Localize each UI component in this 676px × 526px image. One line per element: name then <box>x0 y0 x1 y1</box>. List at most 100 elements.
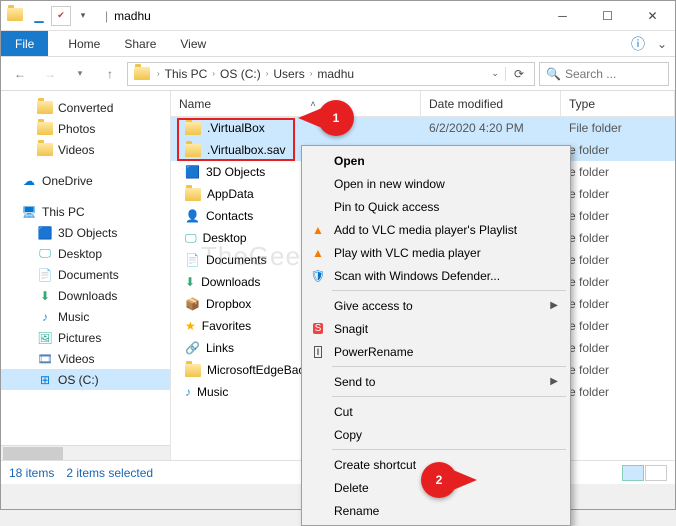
menu-item[interactable]: SSnagit <box>304 317 568 340</box>
qat-check-icon[interactable]: ✔ <box>51 6 71 26</box>
chevron-right-icon[interactable]: › <box>209 69 218 78</box>
breadcrumb-current[interactable]: madhu <box>315 67 356 81</box>
submenu-arrow-icon: ▶ <box>550 376 558 387</box>
file-type-icon: ⬇ <box>185 275 195 289</box>
menu-item[interactable]: Cut <box>304 400 568 423</box>
column-name[interactable]: Name˄ <box>171 91 421 116</box>
menu-item-label: Create shortcut <box>334 458 416 472</box>
tree-item[interactable]: 🖼Pictures <box>1 327 170 348</box>
tree-item[interactable]: 📄Documents <box>1 264 170 285</box>
tab-view[interactable]: View <box>168 33 218 55</box>
menu-item[interactable]: Give access to▶ <box>304 294 568 317</box>
chevron-right-icon[interactable]: › <box>154 69 163 78</box>
folder-icon <box>7 8 23 24</box>
tree-item[interactable]: ♪Music <box>1 306 170 327</box>
refresh-icon[interactable]: ⟳ <box>505 67 532 81</box>
breadcrumb-users[interactable]: Users <box>271 67 306 81</box>
menu-item[interactable]: IPowerRename <box>304 340 568 363</box>
file-type: e folder <box>561 297 675 311</box>
tree-item[interactable]: Converted <box>1 97 170 118</box>
menu-item-label: Scan with Windows Defender... <box>334 269 500 283</box>
file-type-icon: 📄 <box>185 253 200 267</box>
file-name: Contacts <box>206 209 253 223</box>
menu-item[interactable]: Open in new window <box>304 172 568 195</box>
tree-item[interactable]: Photos <box>1 118 170 139</box>
file-type-icon: ★ <box>185 319 196 333</box>
tab-share[interactable]: Share <box>112 33 168 55</box>
file-type-icon <box>185 122 201 135</box>
maximize-button[interactable]: ☐ <box>585 1 630 31</box>
recent-locations-icon[interactable]: ▾ <box>67 61 93 87</box>
snagit-icon: S <box>310 321 326 337</box>
tab-home[interactable]: Home <box>56 33 112 55</box>
navigation-tree[interactable]: Converted Photos Videos ☁OneDrive 🖥This … <box>1 91 171 460</box>
menu-item-label: Send to <box>334 375 375 389</box>
tree-onedrive[interactable]: ☁OneDrive <box>1 170 170 191</box>
file-type: e folder <box>561 231 675 245</box>
menu-item[interactable]: 🛡 Scan with Windows Defender... <box>304 264 568 287</box>
menu-item[interactable]: Copy <box>304 423 568 446</box>
up-button[interactable]: ↑ <box>97 61 123 87</box>
chevron-right-icon[interactable]: › <box>307 69 316 78</box>
file-type-icon <box>185 364 201 377</box>
quick-access-toolbar: ▁ ✔ ▾ <box>29 6 93 26</box>
address-bar[interactable]: › This PC › OS (C:) › Users › madhu ⌄ ⟳ <box>127 62 535 86</box>
back-button[interactable]: ← <box>7 61 33 87</box>
breadcrumb-drive[interactable]: OS (C:) <box>218 67 263 81</box>
search-placeholder: Search ... <box>565 67 616 81</box>
details-view-button[interactable] <box>622 465 644 481</box>
menu-item[interactable]: ▲ Add to VLC media player's Playlist <box>304 218 568 241</box>
shield-icon: 🛡 <box>310 268 326 284</box>
qat-properties-icon[interactable]: ▁ <box>29 6 49 26</box>
tiles-view-button[interactable] <box>645 465 667 481</box>
tree-thispc[interactable]: 🖥This PC <box>1 201 170 222</box>
file-row[interactable]: .VirtualBox6/2/2020 4:20 PMFile folder <box>171 117 675 139</box>
column-type[interactable]: Type <box>561 91 675 116</box>
file-name: .VirtualBox <box>207 121 265 135</box>
help-icon[interactable]: ⓘ <box>631 34 645 54</box>
menu-separator <box>332 290 566 291</box>
tree-item[interactable]: 🎞Videos <box>1 348 170 369</box>
forward-button[interactable]: → <box>37 61 63 87</box>
menu-item[interactable]: Rename <box>304 499 568 522</box>
qat-dropdown-icon[interactable]: ▾ <box>73 6 93 26</box>
menu-item[interactable]: ▲Play with VLC media player <box>304 241 568 264</box>
column-date[interactable]: Date modified <box>421 91 561 116</box>
search-box[interactable]: 🔍 Search ... <box>539 62 669 86</box>
tree-item[interactable]: 🟦3D Objects <box>1 222 170 243</box>
menu-separator <box>332 366 566 367</box>
tree-scrollbar-horizontal[interactable] <box>1 445 170 460</box>
file-type-icon: 👤 <box>185 209 200 223</box>
minimize-button[interactable]: ─ <box>540 1 585 31</box>
desktop-icon: 🖵 <box>37 246 53 262</box>
tree-item-drive[interactable]: ⊞OS (C:) <box>1 369 170 390</box>
chevron-right-icon[interactable]: › <box>263 69 272 78</box>
menu-item-label: Add to VLC media player's Playlist <box>334 223 517 237</box>
file-tab[interactable]: File <box>1 31 48 56</box>
file-type: e folder <box>561 319 675 333</box>
file-name: Downloads <box>201 275 260 289</box>
menu-item-label: Rename <box>334 504 379 518</box>
tree-item[interactable]: ⬇Downloads <box>1 285 170 306</box>
vlc-icon: ▲ <box>310 222 326 238</box>
title-separator: | <box>105 9 108 23</box>
close-button[interactable]: ✕ <box>630 1 675 31</box>
file-type: e folder <box>561 385 675 399</box>
pc-icon: 🖥 <box>21 204 37 220</box>
ribbon-expand-icon[interactable]: ⌄ <box>657 37 667 51</box>
file-type-icon: 🔗 <box>185 341 200 355</box>
menu-item-label: Open <box>334 154 365 168</box>
menu-item[interactable]: Open <box>304 149 568 172</box>
menu-item-label: Pin to Quick access <box>334 200 439 214</box>
menu-item[interactable]: Pin to Quick access <box>304 195 568 218</box>
file-name: Links <box>206 341 234 355</box>
tree-item[interactable]: Videos <box>1 139 170 160</box>
address-dropdown-icon[interactable]: ⌄ <box>485 68 505 79</box>
tree-item[interactable]: 🖵Desktop <box>1 243 170 264</box>
file-type-icon: 🟦 <box>185 165 200 179</box>
breadcrumb-thispc[interactable]: This PC <box>163 67 210 81</box>
scrollbar-thumb[interactable] <box>3 447 63 460</box>
file-name: AppData <box>207 187 254 201</box>
menu-item[interactable]: Send to ▶ <box>304 370 568 393</box>
file-type: e folder <box>561 275 675 289</box>
